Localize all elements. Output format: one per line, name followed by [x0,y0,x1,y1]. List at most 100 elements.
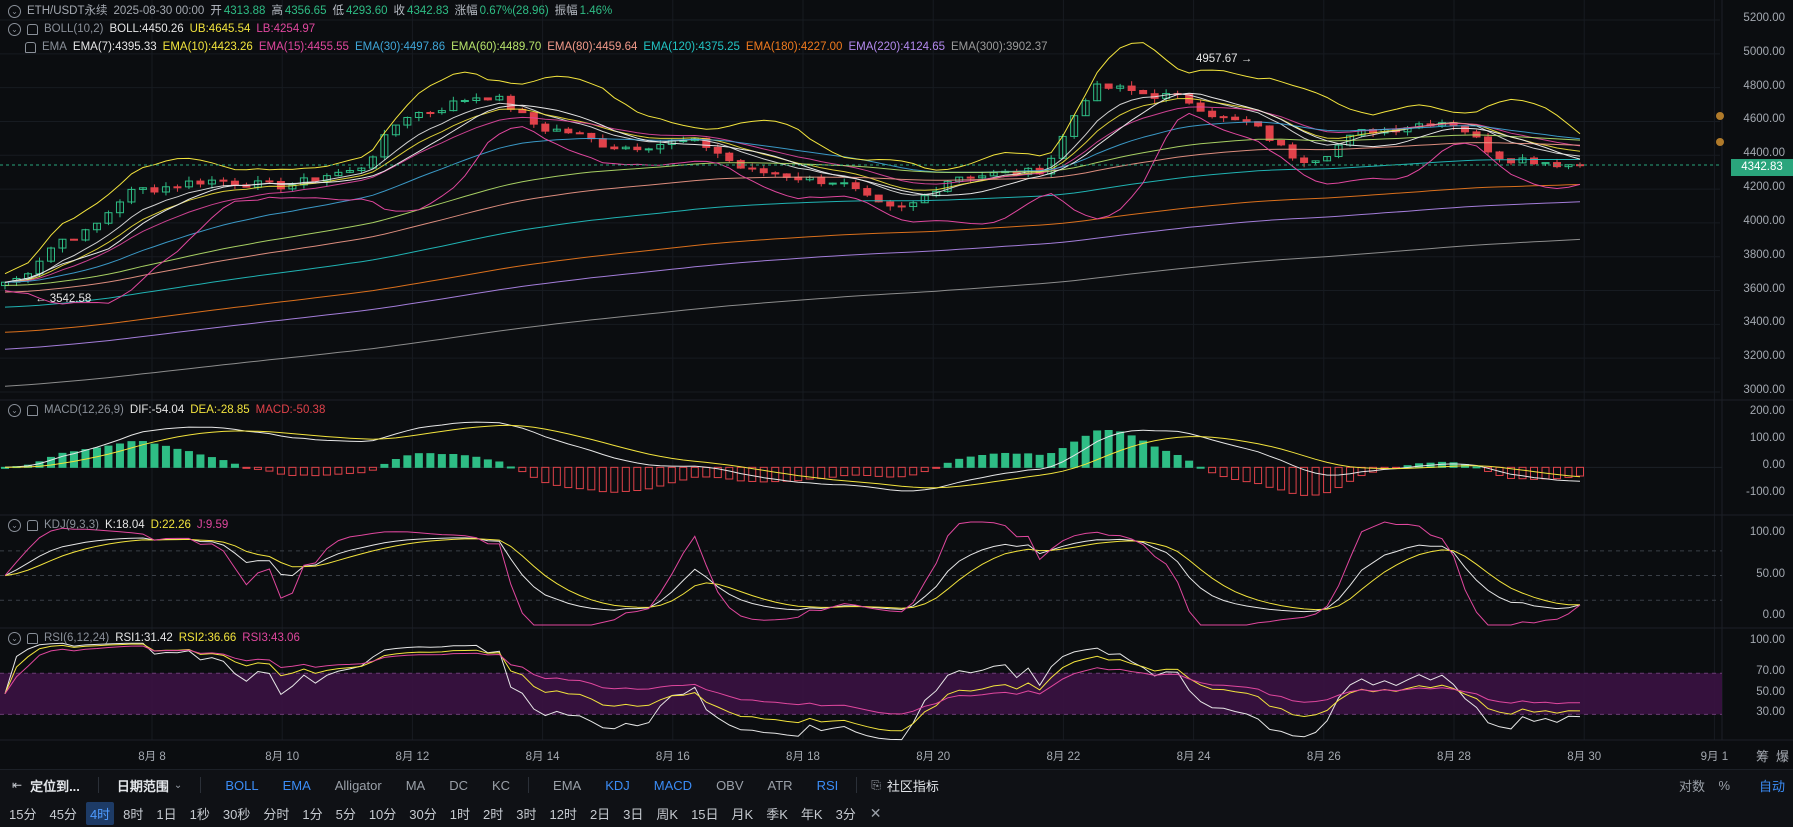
indicator-obv-button[interactable]: OBV [716,778,743,793]
interval-button[interactable]: 45分 [45,802,80,825]
main-indicator-list: BOLL EMA Alligator MA DC KC [201,778,510,793]
interval-button[interactable]: 月K [728,802,758,825]
indicator-atr-button[interactable]: ATR [768,778,793,793]
candlestick-chart[interactable] [0,0,1793,769]
event-marker-icon[interactable] [1716,112,1724,120]
interval-button[interactable]: 12时 [545,802,580,825]
macd-histogram-bar [1012,453,1021,468]
interval-button[interactable]: 30分 [405,802,440,825]
indicator-dc-button[interactable]: DC [449,778,468,793]
date-tick-label: 8月 18 [786,751,820,763]
interval-button[interactable]: 1时 [446,802,474,825]
interval-button[interactable]: 2日 [586,802,614,825]
ema-legend-item: EMA(30):4497.86 [354,41,446,53]
interval-button[interactable]: 15分 [5,802,40,825]
interval-button[interactable]: 3时 [512,802,540,825]
interval-button[interactable]: 3日 [619,802,647,825]
chip-icon[interactable]: 筹 [1756,746,1769,765]
macd-histogram-bar [161,445,170,468]
macd-histogram-bar [345,466,354,474]
indicator-ema-button[interactable]: EMA [283,778,311,793]
bell-icon[interactable] [25,41,36,53]
liquidation-icon[interactable]: 爆 [1776,746,1789,765]
candle-body [1242,119,1251,123]
event-marker-icon[interactable] [1716,138,1724,146]
macd-histogram-bar [828,466,837,478]
bell-icon[interactable] [27,23,38,35]
macd-dif: DIF:-54.04 [129,404,185,416]
indicator-boll-button[interactable]: BOLL [225,778,258,793]
macd-histogram-bar [897,466,906,478]
candle-body [230,180,239,186]
log-scale-toggle[interactable]: 对数 [1679,776,1705,795]
candle-body [840,182,849,185]
interval-button[interactable]: 年K [797,802,827,825]
interval-button[interactable]: 8时 [119,802,147,825]
collapse-icon[interactable]: ⌄ [8,4,21,18]
change-label: 涨幅 [454,5,478,17]
kdj-j: J:9.59 [196,519,229,531]
macd-histogram-bar [851,466,860,476]
community-indicators-button[interactable]: 社区指标 [887,776,939,795]
community-icon[interactable]: ⎘ [871,778,881,793]
percent-scale-toggle[interactable]: % [1718,778,1730,793]
interval-button[interactable]: 4时 [85,801,115,825]
chevron-down-icon[interactable]: ⌄ [174,780,182,791]
locate-button[interactable]: 定位到... [30,776,80,795]
price-tick-label: 5000.00 [1743,45,1785,58]
interval-button[interactable]: 1秒 [186,802,214,825]
macd-histogram-bar [115,443,124,468]
close-label: 收 [393,5,406,17]
collapse-icon[interactable]: ⌄ [8,22,21,36]
price-tick-label: 4600.00 [1743,113,1785,126]
interval-button[interactable]: 15日 [687,802,722,825]
macd-histogram-bar [725,466,734,480]
bell-icon[interactable] [27,519,38,531]
price-tick-label: 4400.00 [1743,147,1785,160]
candle-body [1461,125,1470,133]
indicator-alligator-button[interactable]: Alligator [335,778,382,793]
candle-body [1208,110,1217,118]
candle-body [575,132,584,135]
macd-histogram-bar [920,466,929,473]
indicator-kdj-button[interactable]: KDJ [605,778,630,793]
close-icon[interactable]: ✕ [870,805,882,822]
bell-icon[interactable] [27,632,38,644]
candle-body [897,205,906,208]
macd-histogram-bar [495,461,504,468]
collapse-icon[interactable]: ⌄ [8,518,21,532]
interval-button[interactable]: 1分 [298,802,326,825]
interval-button[interactable]: 10分 [365,802,400,825]
chart-area[interactable]: ⌄ ETH/USDT永续 2025-08-30 00:00 开 4313.88 高… [0,0,1793,827]
auto-scale-toggle[interactable]: 自动 [1759,776,1785,795]
high-label: 高 [271,5,283,17]
interval-button[interactable]: 5分 [332,802,360,825]
date-tick-label: 8月 20 [916,751,951,763]
interval-button[interactable]: 季K [762,802,792,825]
macd-histogram-bar [644,466,653,490]
bell-icon[interactable] [27,404,38,416]
interval-button[interactable]: 2时 [479,802,507,825]
locate-icon[interactable]: ⇤ [12,778,22,792]
indicator-ma-button[interactable]: MA [406,778,426,793]
kdj-name: KDJ(9,3,3) [44,519,99,531]
date-range-button[interactable]: 日期范围 [117,776,169,795]
macd-histogram-bar [1058,448,1067,468]
interval-button[interactable]: 30秒 [219,802,254,825]
collapse-icon[interactable]: ⌄ [8,403,21,417]
indicator-tick-label: 0.00 [1762,608,1785,621]
collapse-icon[interactable]: ⌄ [8,631,21,645]
macd-histogram-bar [679,466,688,481]
indicator-kc-button[interactable]: KC [492,778,510,793]
macd-histogram-bar [932,466,941,469]
interval-button[interactable]: 3分 [832,802,860,825]
interval-button[interactable]: 分时 [259,802,293,825]
macd-histogram-bar [1196,466,1205,469]
macd-histogram-bar [472,456,481,468]
indicator-rsi-button[interactable]: RSI [817,778,839,793]
interval-button[interactable]: 1日 [152,802,180,825]
indicator-ema-button[interactable]: EMA [553,778,581,793]
indicator-macd-button[interactable]: MACD [654,778,692,793]
interval-button[interactable]: 周K [652,802,682,825]
candle-body [483,97,492,101]
